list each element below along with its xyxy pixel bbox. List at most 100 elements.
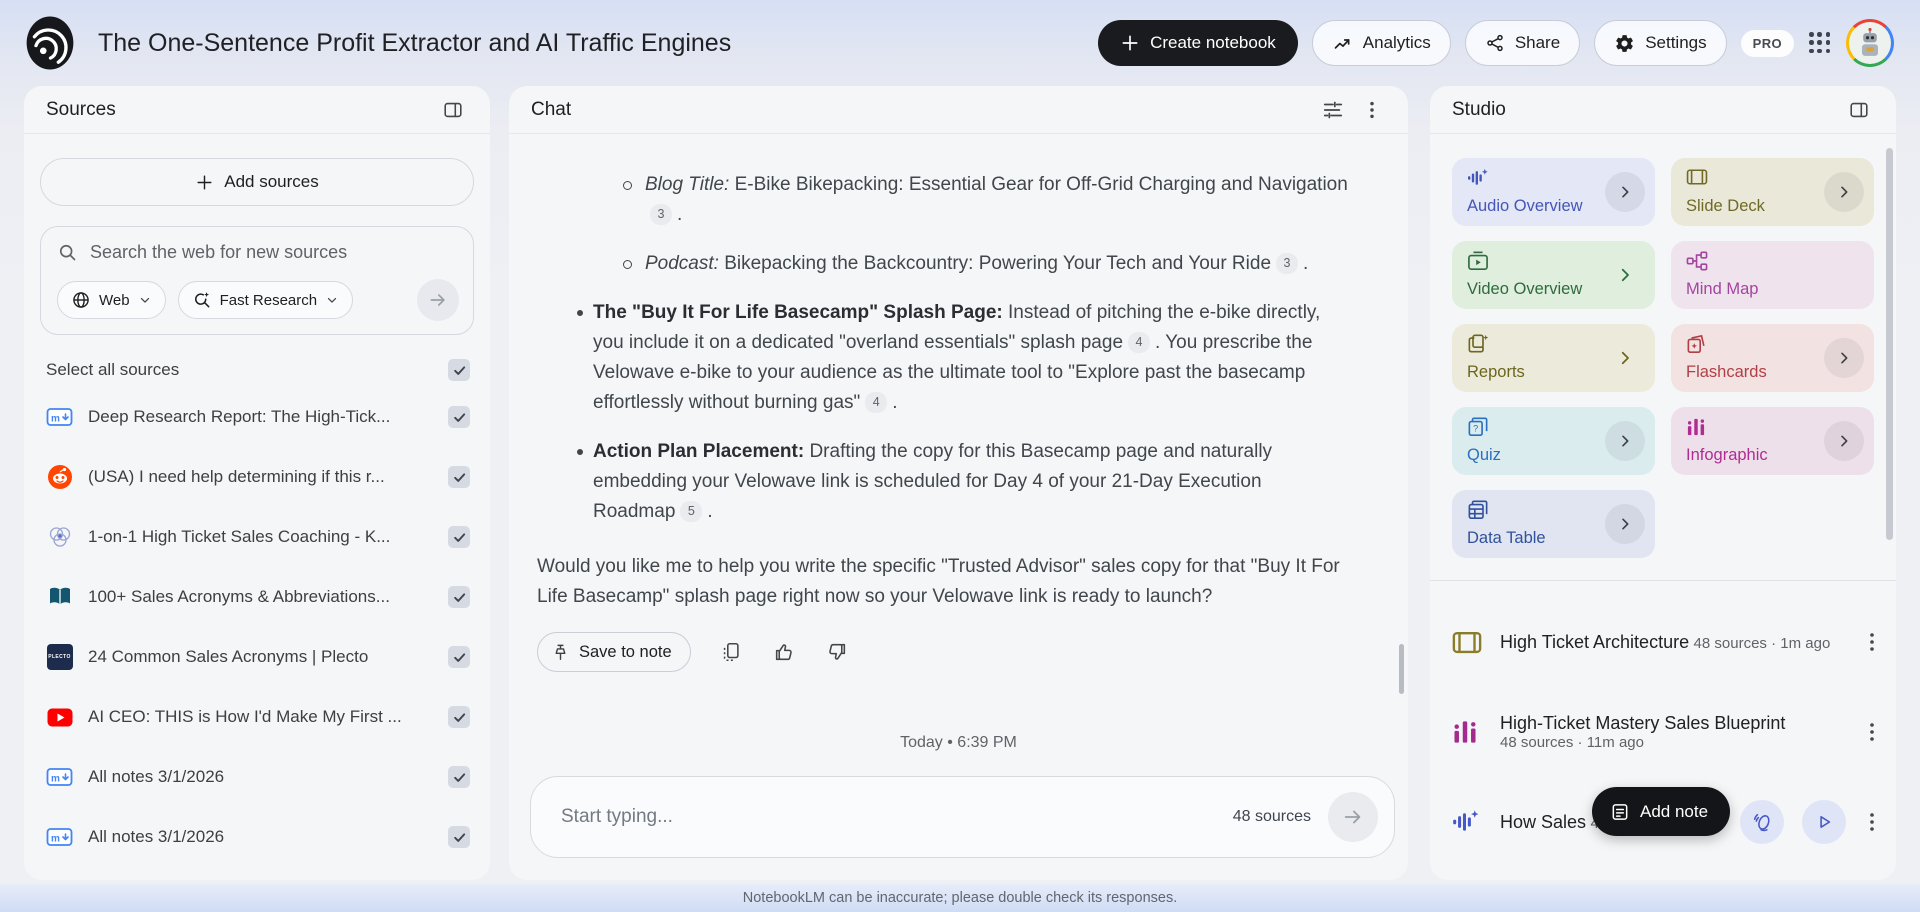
studio-artifact-row[interactable]: High-Ticket Mastery Sales Blueprint 48 s… — [1452, 687, 1880, 777]
source-row[interactable]: AI CEO: THIS is How I'd Make My First ..… — [40, 687, 474, 747]
source-row[interactable]: (USA) I need help determining if this r.… — [40, 447, 474, 507]
web-filter-dropdown[interactable]: Web — [57, 281, 166, 319]
source-checkbox[interactable] — [448, 766, 470, 788]
citation-chip[interactable]: 4 — [1128, 331, 1151, 353]
chevron-right-icon[interactable] — [1605, 338, 1645, 378]
website-favicon-icon — [46, 524, 73, 550]
artifact-more-menu-icon[interactable] — [1864, 804, 1880, 840]
analytics-button[interactable]: Analytics — [1311, 20, 1451, 66]
markdown-note-icon: m — [46, 406, 73, 428]
source-row[interactable]: m Deep Research Report: The High-Tick... — [40, 387, 474, 447]
chat-panel-title: Chat — [531, 98, 572, 120]
source-checkbox[interactable] — [448, 526, 470, 548]
thumbs-up-icon[interactable] — [771, 639, 797, 665]
tile-data-table[interactable]: Data Table — [1452, 490, 1655, 558]
chevron-right-icon[interactable] — [1824, 421, 1864, 461]
studio-panel-title: Studio — [1452, 98, 1506, 120]
chevron-right-icon[interactable] — [1605, 504, 1645, 544]
source-checkbox[interactable] — [448, 826, 470, 848]
chat-settings-icon[interactable] — [1318, 95, 1348, 125]
source-checkbox[interactable] — [448, 646, 470, 668]
spark-search-icon — [192, 290, 212, 310]
chevron-right-icon[interactable] — [1824, 338, 1864, 378]
note-icon — [1610, 802, 1630, 822]
source-row[interactable]: m All notes 3/1/2026 — [40, 747, 474, 807]
sources-panel-title: Sources — [46, 98, 116, 120]
sources-panel: Sources Add sources Web F — [24, 86, 490, 880]
search-icon — [57, 242, 78, 263]
share-button[interactable]: Share — [1464, 20, 1581, 66]
add-sources-button[interactable]: Add sources — [40, 158, 474, 206]
source-row[interactable]: 100+ Sales Acronyms & Abbreviations... — [40, 567, 474, 627]
svg-text:m: m — [51, 414, 60, 425]
tile-mind-map[interactable]: Mind Map — [1671, 241, 1874, 309]
top-bar: The One-Sentence Profit Extractor and AI… — [0, 0, 1920, 86]
artifact-more-menu-icon[interactable] — [1864, 714, 1880, 750]
copy-icon[interactable] — [718, 639, 744, 665]
notebooklm-logo[interactable] — [26, 16, 74, 70]
citation-chip[interactable]: 5 — [680, 500, 703, 522]
markdown-note-icon: m — [46, 766, 73, 788]
source-row[interactable]: m All notes 3/1/2026 — [40, 807, 474, 867]
analytics-icon — [1332, 33, 1353, 54]
svg-text:m: m — [51, 834, 60, 845]
chat-sub-bullet: Blog Title: E-Bike Bikepacking: Essentia… — [537, 170, 1348, 230]
notebook-title: The One-Sentence Profit Extractor and AI… — [98, 28, 732, 57]
chat-bullet: Action Plan Placement: Drafting the copy… — [537, 437, 1348, 527]
play-button[interactable] — [1802, 800, 1846, 844]
chevron-right-icon[interactable] — [1605, 421, 1645, 461]
research-mode-dropdown[interactable]: Fast Research — [177, 281, 354, 319]
studio-artifact-row[interactable]: High Ticket Architecture 48 sources · 1m… — [1452, 597, 1880, 687]
chat-sub-bullet: Podcast: Bikepacking the Backcountry: Po… — [537, 249, 1348, 279]
chat-message-area: Blog Title: E-Bike Bikepacking: Essentia… — [509, 134, 1408, 612]
citation-chip[interactable]: 3 — [650, 203, 672, 225]
studio-scrollbar[interactable] — [1886, 148, 1893, 540]
markdown-note-icon: m — [46, 826, 73, 848]
submit-search-button[interactable] — [417, 279, 459, 321]
create-notebook-button[interactable]: Create notebook — [1098, 20, 1298, 66]
plecto-icon: PLECTO — [46, 644, 73, 670]
settings-button[interactable]: Settings — [1594, 20, 1727, 66]
chevron-right-icon[interactable] — [1824, 172, 1864, 212]
thumbs-down-icon[interactable] — [824, 639, 850, 665]
source-checkbox[interactable] — [448, 706, 470, 728]
source-checkbox[interactable] — [448, 466, 470, 488]
apps-grid-icon[interactable] — [1808, 31, 1832, 55]
avatar[interactable] — [1846, 19, 1894, 67]
chevron-right-icon[interactable] — [1605, 255, 1645, 295]
collapse-sources-panel-icon[interactable] — [438, 95, 468, 125]
artifact-more-menu-icon[interactable] — [1864, 624, 1880, 660]
save-to-note-button[interactable]: Save to note — [537, 632, 691, 672]
reddit-icon — [46, 464, 73, 490]
select-all-checkbox[interactable] — [448, 359, 470, 381]
tile-audio-overview[interactable]: Audio Overview — [1452, 158, 1655, 226]
citation-chip[interactable]: 3 — [1276, 252, 1299, 274]
chevron-right-icon[interactable] — [1605, 172, 1645, 212]
tile-reports[interactable]: Reports — [1452, 324, 1655, 392]
interactive-mode-button[interactable] — [1740, 800, 1784, 844]
source-row[interactable]: PLECTO 24 Common Sales Acronyms | Plecto — [40, 627, 474, 687]
source-row[interactable]: 1-on-1 High Ticket Sales Coaching - K... — [40, 507, 474, 567]
gear-icon — [1614, 33, 1635, 54]
source-checkbox[interactable] — [448, 586, 470, 608]
plus-icon — [1120, 33, 1140, 53]
tile-video-overview[interactable]: Video Overview — [1452, 241, 1655, 309]
source-checkbox[interactable] — [448, 406, 470, 428]
chat-more-menu-icon[interactable] — [1358, 95, 1386, 125]
chat-scrollbar[interactable] — [1399, 644, 1404, 694]
citation-chip[interactable]: 4 — [865, 391, 888, 413]
collapse-studio-panel-icon[interactable] — [1844, 95, 1874, 125]
tile-quiz[interactable]: ? Quiz — [1452, 407, 1655, 475]
chat-closing-paragraph: Would you like me to help you write the … — [537, 556, 1340, 607]
web-search-input[interactable] — [90, 242, 459, 263]
chevron-down-icon — [325, 293, 339, 307]
chat-panel: Chat Blog Title: E-Bike Bikepacking: Ess… — [509, 86, 1408, 880]
send-button[interactable] — [1328, 792, 1378, 842]
chat-input[interactable] — [561, 806, 1233, 828]
pin-icon — [551, 643, 570, 662]
tile-infographic[interactable]: Infographic — [1671, 407, 1874, 475]
studio-tiles-grid: Audio Overview Slide Deck Video Overview… — [1430, 134, 1896, 558]
tile-slide-deck[interactable]: Slide Deck — [1671, 158, 1874, 226]
add-note-button[interactable]: Add note — [1592, 787, 1731, 836]
tile-flashcards[interactable]: Flashcards — [1671, 324, 1874, 392]
